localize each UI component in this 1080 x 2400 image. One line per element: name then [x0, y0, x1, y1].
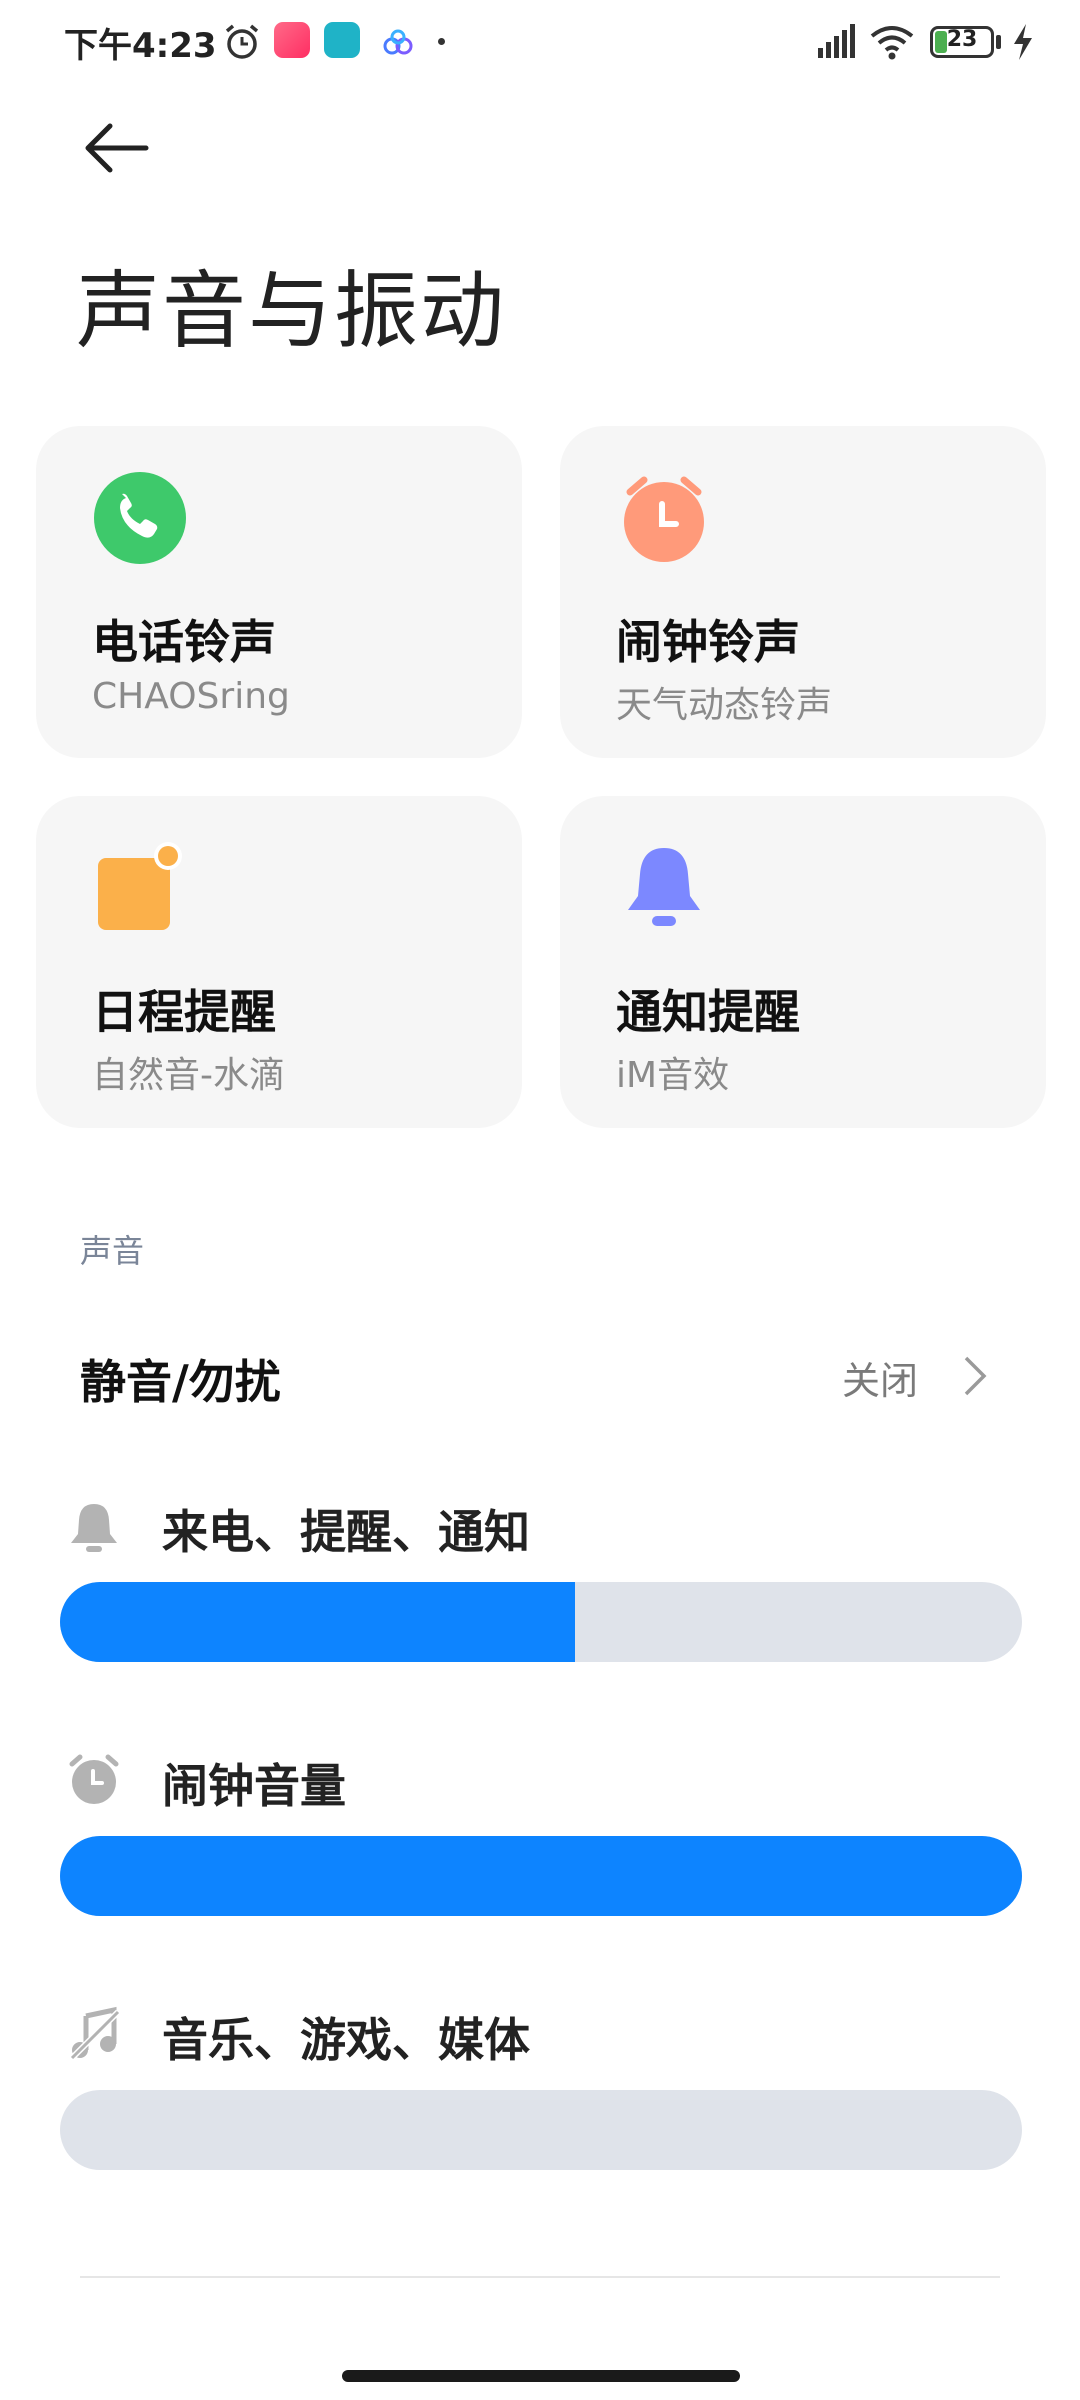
ring-volume-fill	[60, 1582, 575, 1662]
divider	[80, 2276, 1000, 2278]
ringtone-title: 电话铃声	[92, 615, 276, 669]
ring-volume-slider[interactable]	[60, 1582, 1022, 1662]
wifi-icon	[870, 26, 914, 60]
alarm-volume-label: 闹钟音量	[162, 1759, 346, 1813]
notification-title: 通知提醒	[616, 985, 800, 1039]
page-title: 声音与振动	[76, 262, 507, 360]
notification-value: iM音效	[616, 1055, 730, 1096]
mute-dnd-row[interactable]: 静音/勿扰 关闭	[0, 1320, 1080, 1430]
charging-bolt-icon	[1014, 24, 1032, 60]
alarm-ringtone-card[interactable]: 闹钟铃声 天气动态铃声	[560, 426, 1046, 758]
battery-level: 23	[946, 27, 978, 52]
calendar-icon	[98, 842, 182, 930]
bell-icon	[71, 1504, 117, 1552]
music-app-notification-icon	[274, 22, 310, 58]
calendar-reminder-title: 日程提醒	[92, 985, 276, 1039]
cellular-signal-icon	[818, 24, 855, 58]
mute-dnd-value: 关闭	[841, 1359, 918, 1403]
alarm-volume-slider[interactable]	[60, 1836, 1022, 1916]
phone-icon	[94, 472, 186, 564]
notification-card[interactable]: 通知提醒 iM音效	[560, 796, 1046, 1128]
chevron-right-icon	[964, 1356, 987, 1396]
music-muted-icon	[69, 2006, 121, 2061]
alarm-ringtone-value: 天气动态铃声	[616, 685, 833, 726]
alarm-volume-fill	[60, 1836, 1022, 1916]
home-indicator[interactable]	[342, 2370, 740, 2382]
calendar-reminder-value: 自然音-水滴	[92, 1055, 285, 1096]
cloud-app-notification-icon	[383, 29, 413, 55]
status-bar: 下午4:23 23	[0, 0, 1080, 84]
ring-volume-label: 来电、提醒、通知	[162, 1505, 530, 1559]
ringtone-card[interactable]: 电话铃声 CHAOSring	[36, 426, 522, 758]
mute-dnd-title: 静音/勿扰	[80, 1355, 281, 1409]
bell-icon	[628, 848, 700, 926]
calendar-reminder-card[interactable]: 日程提醒 自然音-水滴	[36, 796, 522, 1128]
media-volume-slider[interactable]	[60, 2090, 1022, 2170]
media-volume-label: 音乐、游戏、媒体	[162, 2013, 530, 2067]
app-notification-icon	[324, 22, 360, 58]
section-label-sound: 声音	[80, 1232, 145, 1270]
status-time: 下午4:23	[64, 26, 217, 66]
alarm-ringtone-title: 闹钟铃声	[616, 615, 800, 669]
ringtone-value: CHAOSring	[92, 676, 290, 717]
alarm-clock-icon	[69, 1754, 119, 1804]
back-arrow-icon[interactable]	[80, 118, 152, 178]
battery-icon: 23	[930, 26, 994, 58]
more-notifications-dot	[438, 38, 445, 45]
alarm-clock-icon	[624, 476, 704, 562]
battery-cap	[996, 35, 1001, 49]
alarm-status-icon	[225, 24, 259, 59]
sound-vibration-screen: 下午4:23 23 声音与振动 电话铃声 CHAOSring 闹钟铃声 天气动态…	[0, 0, 1080, 2400]
